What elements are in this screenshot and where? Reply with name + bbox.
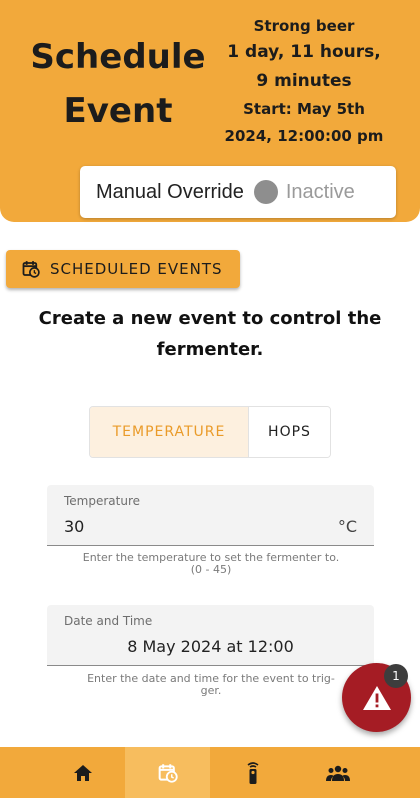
schedule-icon [158, 763, 178, 783]
alert-count-badge: 1 [384, 664, 408, 688]
nav-remote[interactable] [210, 747, 295, 798]
manual-override-label: Manual Override [96, 180, 244, 203]
remote-icon [247, 761, 258, 784]
datetime-hint-line2: ger. [200, 684, 222, 697]
datetime-value[interactable]: 8 May 2024 at 12:00 [47, 637, 374, 656]
page-title: Schedule Event [18, 30, 218, 138]
scheduled-events-label: SCHEDULED EVENTS [50, 260, 223, 278]
start-line1: Start: May 5th [243, 100, 365, 118]
override-state: Inactive [285, 180, 355, 203]
start-line2: 2024, 12:00:00 pm [224, 127, 384, 145]
override-status-dot[interactable] [253, 180, 278, 204]
tab-temperature[interactable]: TEMPERATURE [90, 407, 249, 457]
page-title-line1: Schedule [30, 37, 206, 77]
temperature-value[interactable]: 30 [64, 517, 84, 536]
nav-people[interactable] [295, 747, 380, 798]
datetime-hint: Enter the date and time for the event to… [60, 673, 362, 697]
people-icon [325, 765, 350, 781]
manual-override-toggle[interactable]: Manual Override Inactive [80, 166, 396, 218]
duration-line2: 9 minutes [256, 71, 352, 91]
datetime-field[interactable]: Date and Time 8 May 2024 at 12:00 [47, 605, 374, 666]
headline: Create a new event to control the fermen… [38, 308, 382, 360]
duration-line1: 1 day, 11 hours, [227, 42, 381, 62]
event-type-toggle: TEMPERATURE HOPS [89, 406, 331, 458]
scheduled-events-button[interactable]: SCHEDULED EVENTS [6, 250, 240, 288]
nav-schedule[interactable] [125, 747, 210, 798]
bottom-nav [0, 747, 420, 798]
temperature-hint-line2: (0 - 45) [190, 563, 232, 576]
datetime-label: Date and Time [64, 614, 153, 628]
header: Schedule Event Strong beer 1 day, 11 hou… [0, 0, 420, 222]
nav-home[interactable] [40, 747, 125, 798]
beer-info: Strong beer 1 day, 11 hours, 9 minutes S… [218, 14, 390, 150]
temperature-hint: Enter the temperature to set the ferment… [60, 552, 362, 576]
calendar-clock-icon [22, 261, 40, 278]
home-icon [73, 764, 92, 781]
page-title-line2: Event [63, 91, 173, 131]
temperature-label: Temperature [64, 494, 141, 508]
warning-icon [362, 685, 391, 710]
temperature-unit: °C [337, 517, 357, 536]
beer-name: Strong beer [253, 17, 355, 35]
tab-hops[interactable]: HOPS [249, 407, 330, 457]
temperature-field[interactable]: Temperature 30 °C [47, 485, 374, 546]
